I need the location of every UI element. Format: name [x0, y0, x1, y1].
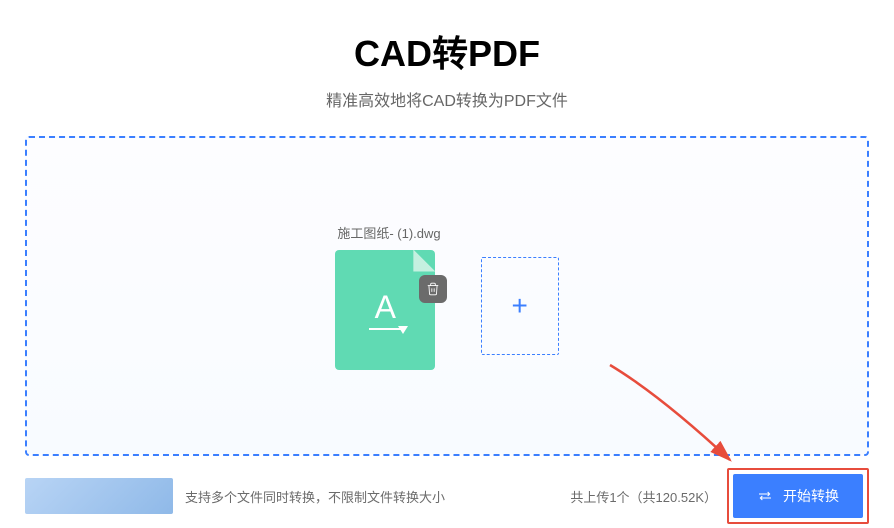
convert-button-highlight: 开始转换 — [727, 468, 869, 524]
upload-stats: 共上传1个（共120.52K） — [570, 487, 717, 506]
swap-icon — [757, 489, 773, 503]
header: CAD转PDF 精准高效地将CAD转换为PDF文件 — [0, 0, 894, 111]
page-subtitle: 精准高效地将CAD转换为PDF文件 — [0, 87, 894, 111]
footer-bar: 支持多个文件同时转换，不限制文件转换大小 共上传1个（共120.52K） 开始转… — [0, 471, 894, 521]
dwg-file-icon: A — [335, 250, 435, 370]
file-card: 施工图纸- (1).dwg A — [335, 223, 440, 370]
delete-file-button[interactable] — [419, 275, 447, 303]
add-file-button[interactable]: + — [481, 257, 559, 355]
plus-icon: + — [511, 290, 527, 322]
trash-icon — [426, 282, 440, 296]
convert-label: 开始转换 — [783, 486, 839, 506]
start-convert-button[interactable]: 开始转换 — [733, 474, 863, 518]
support-text: 支持多个文件同时转换，不限制文件转换大小 — [185, 487, 570, 506]
upload-dropzone[interactable]: 施工图纸- (1).dwg A + — [25, 136, 869, 456]
page-title: CAD转PDF — [0, 25, 894, 77]
footer-banner — [25, 478, 173, 514]
file-name: 施工图纸- (1).dwg — [335, 223, 440, 242]
